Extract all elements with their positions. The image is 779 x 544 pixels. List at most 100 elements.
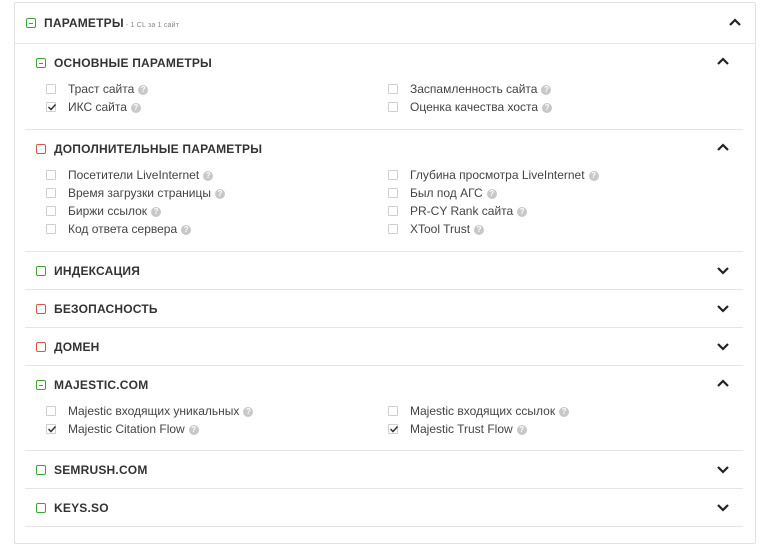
checkbox-label-text: Majestic входящих уникальных xyxy=(68,404,240,418)
checkbox-label: Majestic входящих уникальных? xyxy=(68,404,254,418)
checkbox-label-text: Траст сайта xyxy=(68,82,135,96)
chevron-down-icon[interactable] xyxy=(715,262,731,278)
help-icon[interactable]: ? xyxy=(542,103,553,113)
section-status-icon xyxy=(36,342,46,352)
checkbox-label-text: Majestic входящих ссылок xyxy=(410,404,556,418)
parameters-status-icon xyxy=(26,18,36,28)
checkbox-label-text: Посетители LiveInternet xyxy=(68,168,200,182)
checkbox-checked-icon[interactable] xyxy=(46,102,57,112)
checkbox-label: PR-CY Rank сайта? xyxy=(410,204,528,218)
section-2: ИНДЕКСАЦИЯ xyxy=(25,251,743,290)
checkbox-label: Код ответа сервера? xyxy=(68,222,192,236)
parameters-header[interactable]: ПАРАМЕТРЫ - 1 CL за 1 сайт xyxy=(15,3,755,44)
section-status-icon xyxy=(36,380,46,390)
checkbox-label: Majestic входящих ссылок? xyxy=(410,404,570,418)
help-icon[interactable]: ? xyxy=(516,425,527,435)
checkbox-label: Посетители LiveInternet? xyxy=(68,168,214,182)
checkbox-checked-icon[interactable] xyxy=(46,424,57,434)
checkbox-label: Оценка качества хоста? xyxy=(410,100,553,114)
checkbox-label-text: PR-CY Rank сайта xyxy=(410,204,514,218)
help-icon[interactable]: ? xyxy=(188,425,199,435)
section-7: KEYS.SO xyxy=(25,488,743,527)
checkbox-label-text: Был под АГС xyxy=(410,186,483,200)
help-icon[interactable]: ? xyxy=(138,85,149,95)
checkbox-label: Глубина просмотра LiveInternet? xyxy=(410,168,599,182)
chevron-up-icon[interactable] xyxy=(715,140,731,156)
section-status-icon xyxy=(36,465,46,475)
help-icon[interactable]: ? xyxy=(474,225,485,235)
help-icon[interactable]: ? xyxy=(243,407,254,417)
checkbox-icon[interactable] xyxy=(46,188,56,198)
checkbox-icon[interactable] xyxy=(46,206,56,216)
collapse-chevron-up-icon[interactable] xyxy=(727,15,743,31)
checkbox-icon[interactable] xyxy=(388,170,398,180)
checkbox-icon[interactable] xyxy=(46,170,56,180)
checkbox-label-text: Majestic Trust Flow xyxy=(410,422,513,436)
help-icon[interactable]: ? xyxy=(215,189,225,199)
checkbox-label: Биржи ссылок? xyxy=(68,204,162,218)
checkbox-label-text: Оценка качества хоста xyxy=(410,100,539,114)
parameters-subtitle: - 1 CL за 1 сайт xyxy=(125,22,180,29)
checkbox-icon[interactable] xyxy=(46,84,56,94)
checkbox-label-text: XTool Trust xyxy=(410,222,471,236)
checkbox-label: Был под АГС? xyxy=(410,186,497,200)
help-icon[interactable]: ? xyxy=(541,85,552,95)
checkbox-label: XTool Trust? xyxy=(410,222,485,236)
checkbox-icon[interactable] xyxy=(388,84,398,94)
help-icon[interactable]: ? xyxy=(130,103,141,113)
section-title[interactable]: ИНДЕКСАЦИЯ xyxy=(54,264,140,278)
section-title[interactable]: SEMRUSH.COM xyxy=(54,463,148,477)
checkbox-label-text: Majestic Citation Flow xyxy=(68,422,185,436)
chevron-down-icon[interactable] xyxy=(715,499,731,515)
checkbox-icon[interactable] xyxy=(388,406,398,416)
section-title[interactable]: ДОПОЛНИТЕЛЬНЫЕ ПАРАМЕТРЫ xyxy=(54,142,262,156)
chevron-up-icon[interactable] xyxy=(715,376,731,392)
section-title[interactable]: БЕЗОПАСНОСТЬ xyxy=(54,302,158,316)
checkbox-icon[interactable] xyxy=(46,406,56,416)
checkbox-label: Время загрузки страницы? xyxy=(68,186,225,200)
checkbox-icon[interactable] xyxy=(388,206,398,216)
checkbox-label-text: Глубина просмотра LiveInternet xyxy=(410,168,585,182)
checkbox-icon[interactable] xyxy=(388,102,398,112)
chevron-down-icon[interactable] xyxy=(715,300,731,316)
parameters-title: ПАРАМЕТРЫ - 1 CL за 1 сайт xyxy=(44,16,180,30)
section-3: БЕЗОПАСНОСТЬ xyxy=(25,289,743,328)
checkbox-label: ИКС сайта? xyxy=(68,100,141,114)
section-title[interactable]: ОСНОВНЫЕ ПАРАМЕТРЫ xyxy=(54,56,212,70)
chevron-down-icon[interactable] xyxy=(715,338,731,354)
checkbox-icon[interactable] xyxy=(46,224,56,234)
section-0: ОСНОВНЫЕ ПАРАМЕТРЫ Траст сайта? Заспамленн… xyxy=(25,43,743,130)
help-icon[interactable]: ? xyxy=(151,207,162,217)
section-status-icon xyxy=(36,144,46,154)
section-1: ДОПОЛНИТЕЛЬНЫЕ ПАРАМЕТРЫ Посетители LiveI… xyxy=(25,129,743,252)
help-icon[interactable]: ? xyxy=(588,171,599,181)
checkbox-label: Заспамленность сайта? xyxy=(410,82,552,96)
checkbox-icon[interactable] xyxy=(388,188,398,198)
section-6: SEMRUSH.COM xyxy=(25,450,743,489)
section-title[interactable]: MAJESTIC.COM xyxy=(54,378,148,392)
checkbox-label-text: ИКС сайта xyxy=(68,100,127,114)
section-title[interactable]: ДОМЕН xyxy=(54,340,100,354)
section-status-icon xyxy=(36,58,46,68)
checkbox-checked-icon[interactable] xyxy=(388,424,399,434)
help-icon[interactable]: ? xyxy=(559,407,570,417)
checkbox-label-text: Время загрузки страницы xyxy=(68,186,211,200)
help-icon[interactable]: ? xyxy=(181,225,192,235)
help-icon[interactable]: ? xyxy=(486,189,497,199)
section-status-icon xyxy=(36,503,46,513)
help-icon[interactable]: ? xyxy=(203,171,214,181)
help-icon[interactable]: ? xyxy=(517,207,528,217)
section-4: ДОМЕН xyxy=(25,327,743,366)
parameters-panel: ПАРАМЕТРЫ - 1 CL за 1 сайт ОСНОВНЫЕ ПАРАМ… xyxy=(14,2,756,544)
checkbox-label-text: Заспамленность сайта xyxy=(410,82,538,96)
chevron-up-icon[interactable] xyxy=(715,54,731,70)
checkbox-icon[interactable] xyxy=(388,224,398,234)
checkbox-label-text: Биржи ссылок xyxy=(68,204,148,218)
section-title[interactable]: KEYS.SO xyxy=(54,501,109,515)
checkbox-label: Траст сайта? xyxy=(68,82,149,96)
chevron-down-icon[interactable] xyxy=(715,461,731,477)
checkbox-label: Majestic Citation Flow? xyxy=(68,422,199,436)
section-5: MAJESTIC.COM Majestic входящих уникальных… xyxy=(25,365,743,451)
section-status-icon xyxy=(36,266,46,276)
checkbox-label-text: Код ответа сервера xyxy=(68,222,178,236)
